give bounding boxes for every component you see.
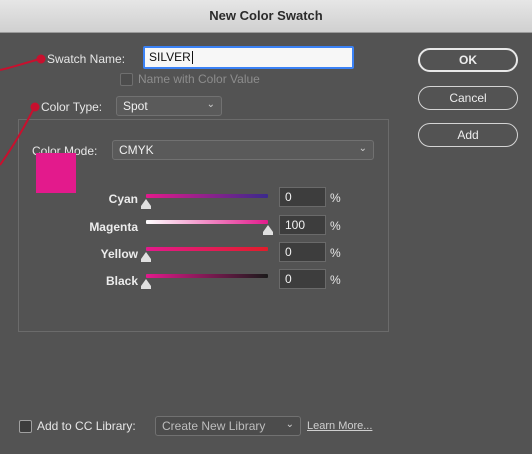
cyan-slider-track[interactable] <box>146 194 268 198</box>
black-label: Black <box>105 274 138 288</box>
swatch-name-label: Swatch Name: <box>47 52 126 66</box>
color-preview-swatch <box>36 153 76 193</box>
cyan-percent-sign: % <box>330 191 341 205</box>
name-with-color-value-label: Name with Color Value <box>138 72 260 86</box>
add-to-cc-library-checkbox[interactable] <box>19 420 32 433</box>
black-slider-track[interactable] <box>146 274 268 278</box>
text-caret <box>191 51 193 65</box>
magenta-value-field[interactable]: 100 <box>279 215 326 235</box>
cc-library-value: Create New Library <box>162 419 266 433</box>
swatch-name-value: SILVER <box>149 50 191 64</box>
color-type-dropdown[interactable]: Spot ⌄ <box>116 96 222 116</box>
dialog-title: New Color Swatch <box>0 0 532 33</box>
cyan-slider-thumb[interactable] <box>141 199 151 209</box>
chevron-down-icon: ⌄ <box>206 99 215 110</box>
cancel-button[interactable]: Cancel <box>418 86 518 110</box>
add-to-cc-library-label: Add to CC Library: <box>37 419 136 433</box>
yellow-slider-thumb[interactable] <box>141 252 151 262</box>
swatch-name-input[interactable]: SILVER <box>143 46 354 69</box>
yellow-percent-sign: % <box>330 246 341 260</box>
color-type-value: Spot <box>123 99 148 113</box>
ok-button[interactable]: OK <box>418 48 518 72</box>
black-value-field[interactable]: 0 <box>279 269 326 289</box>
color-type-label: Color Type: <box>41 100 103 114</box>
magenta-percent-sign: % <box>330 219 341 233</box>
magenta-slider-thumb[interactable] <box>263 225 273 235</box>
cc-library-dropdown[interactable]: Create New Library ⌄ <box>155 416 301 436</box>
cyan-label: Cyan <box>108 192 138 206</box>
black-percent-sign: % <box>330 273 341 287</box>
name-with-color-value-checkbox[interactable] <box>120 73 133 86</box>
cyan-value-field[interactable]: 0 <box>279 187 326 207</box>
magenta-slider-track[interactable] <box>146 220 268 224</box>
yellow-value-field[interactable]: 0 <box>279 242 326 262</box>
chevron-down-icon: ⌄ <box>285 419 294 430</box>
black-slider-thumb[interactable] <box>141 279 151 289</box>
yellow-slider-track[interactable] <box>146 247 268 251</box>
yellow-label: Yellow <box>100 247 138 261</box>
magenta-label: Magenta <box>89 220 138 234</box>
add-button[interactable]: Add <box>418 123 518 147</box>
learn-more-link[interactable]: Learn More... <box>307 420 372 432</box>
